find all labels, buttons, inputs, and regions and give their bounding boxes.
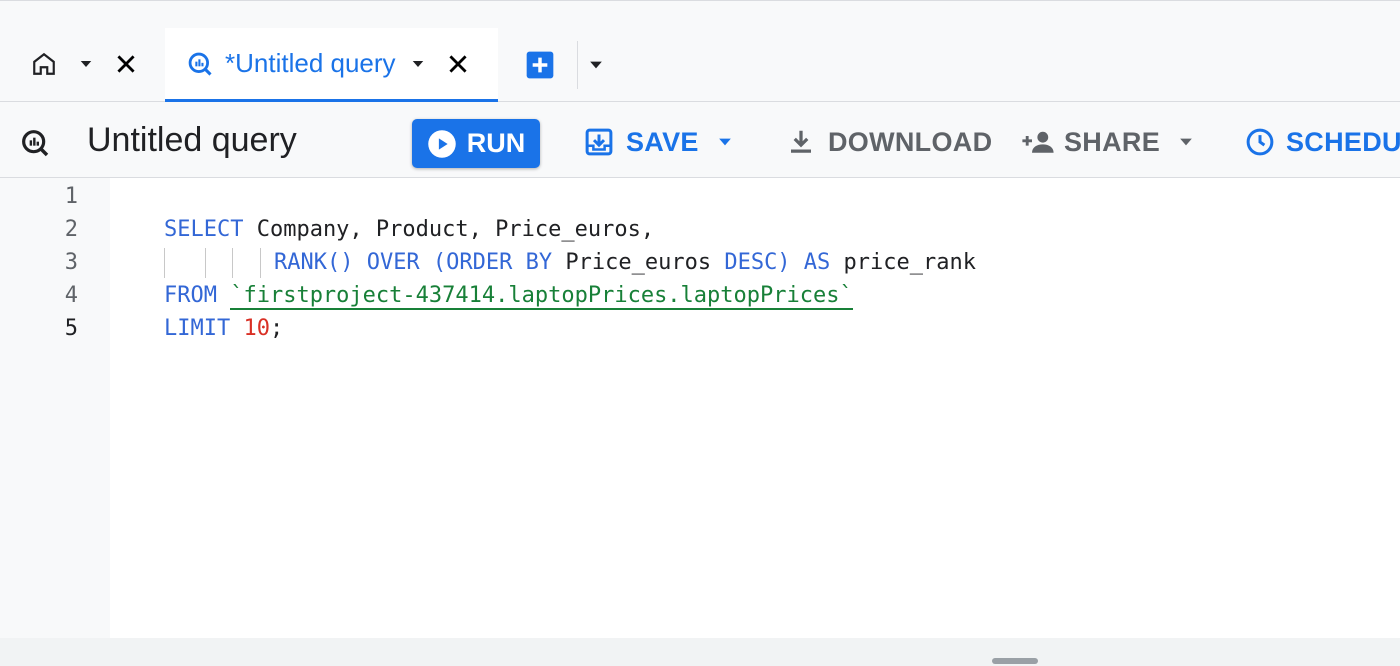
share-label: SHARE [1064, 126, 1161, 157]
code-line-3[interactable]: FROM `firstproject-437414.laptopPrices.l… [111, 246, 853, 310]
run-label: RUN [466, 128, 526, 158]
code-token: ; [269, 316, 284, 341]
save-icon [584, 127, 614, 157]
schedule-button[interactable]: SCHEDUL [1244, 124, 1400, 160]
close-icon[interactable] [112, 50, 140, 78]
chevron-down-icon[interactable] [582, 51, 610, 79]
results-pane-divider [0, 638, 1400, 666]
code-line-4[interactable]: LIMIT 10; [111, 279, 283, 341]
home-icon[interactable] [30, 50, 58, 78]
table-reference[interactable]: `firstproject-437414.laptopPrices.laptop… [230, 283, 853, 310]
code-line-2[interactable]: RANK() OVER (ORDER BY Price_euros DESC) … [111, 213, 976, 278]
download-icon [786, 127, 816, 157]
chevron-down-icon[interactable] [1174, 130, 1198, 154]
share-button[interactable]: SHARE [1020, 124, 1198, 160]
line-number: 5 [64, 316, 78, 341]
download-label: DOWNLOAD [828, 126, 993, 157]
tab-bar: *Untitled query [0, 0, 1400, 102]
code-token: 10 [243, 316, 270, 341]
close-icon[interactable] [444, 50, 472, 78]
person-add-icon [1020, 127, 1056, 157]
save-button[interactable]: SAVE [584, 124, 737, 160]
resize-handle[interactable] [992, 658, 1038, 664]
chevron-down-icon[interactable] [74, 52, 98, 76]
add-box-icon[interactable] [522, 47, 558, 83]
line-number: 4 [64, 283, 78, 308]
page-title: Untitled query [87, 120, 297, 159]
clock-icon [1244, 126, 1276, 158]
line-number: 3 [64, 250, 78, 275]
query-toolbar: Untitled query RUN SAVE DOWNLOAD SHARE S… [0, 102, 1400, 178]
query-icon [185, 49, 215, 79]
download-button[interactable]: DOWNLOAD [786, 124, 992, 160]
tab-untitled-query[interactable]: *Untitled query [165, 28, 498, 102]
run-button[interactable]: RUN [412, 119, 540, 168]
play-circle-icon [427, 129, 457, 159]
sql-editor[interactable]: 1 2 3 4 5 SELECT Company, Product, Price… [0, 178, 1400, 638]
line-number: 1 [64, 184, 78, 209]
code-token: LIMIT [163, 316, 231, 341]
divider [577, 41, 578, 89]
save-label: SAVE [626, 126, 699, 157]
chevron-down-icon[interactable] [713, 130, 737, 154]
query-icon [18, 126, 52, 160]
tab-home[interactable] [0, 28, 160, 102]
line-number-gutter: 1 2 3 4 5 [0, 178, 110, 638]
tab-label: *Untitled query [225, 48, 396, 78]
chevron-down-icon[interactable] [406, 52, 430, 76]
line-number: 2 [64, 217, 78, 242]
schedule-label: SCHEDUL [1286, 126, 1400, 157]
code-line-1[interactable]: SELECT Company, Product, Price_euros, [111, 180, 654, 242]
